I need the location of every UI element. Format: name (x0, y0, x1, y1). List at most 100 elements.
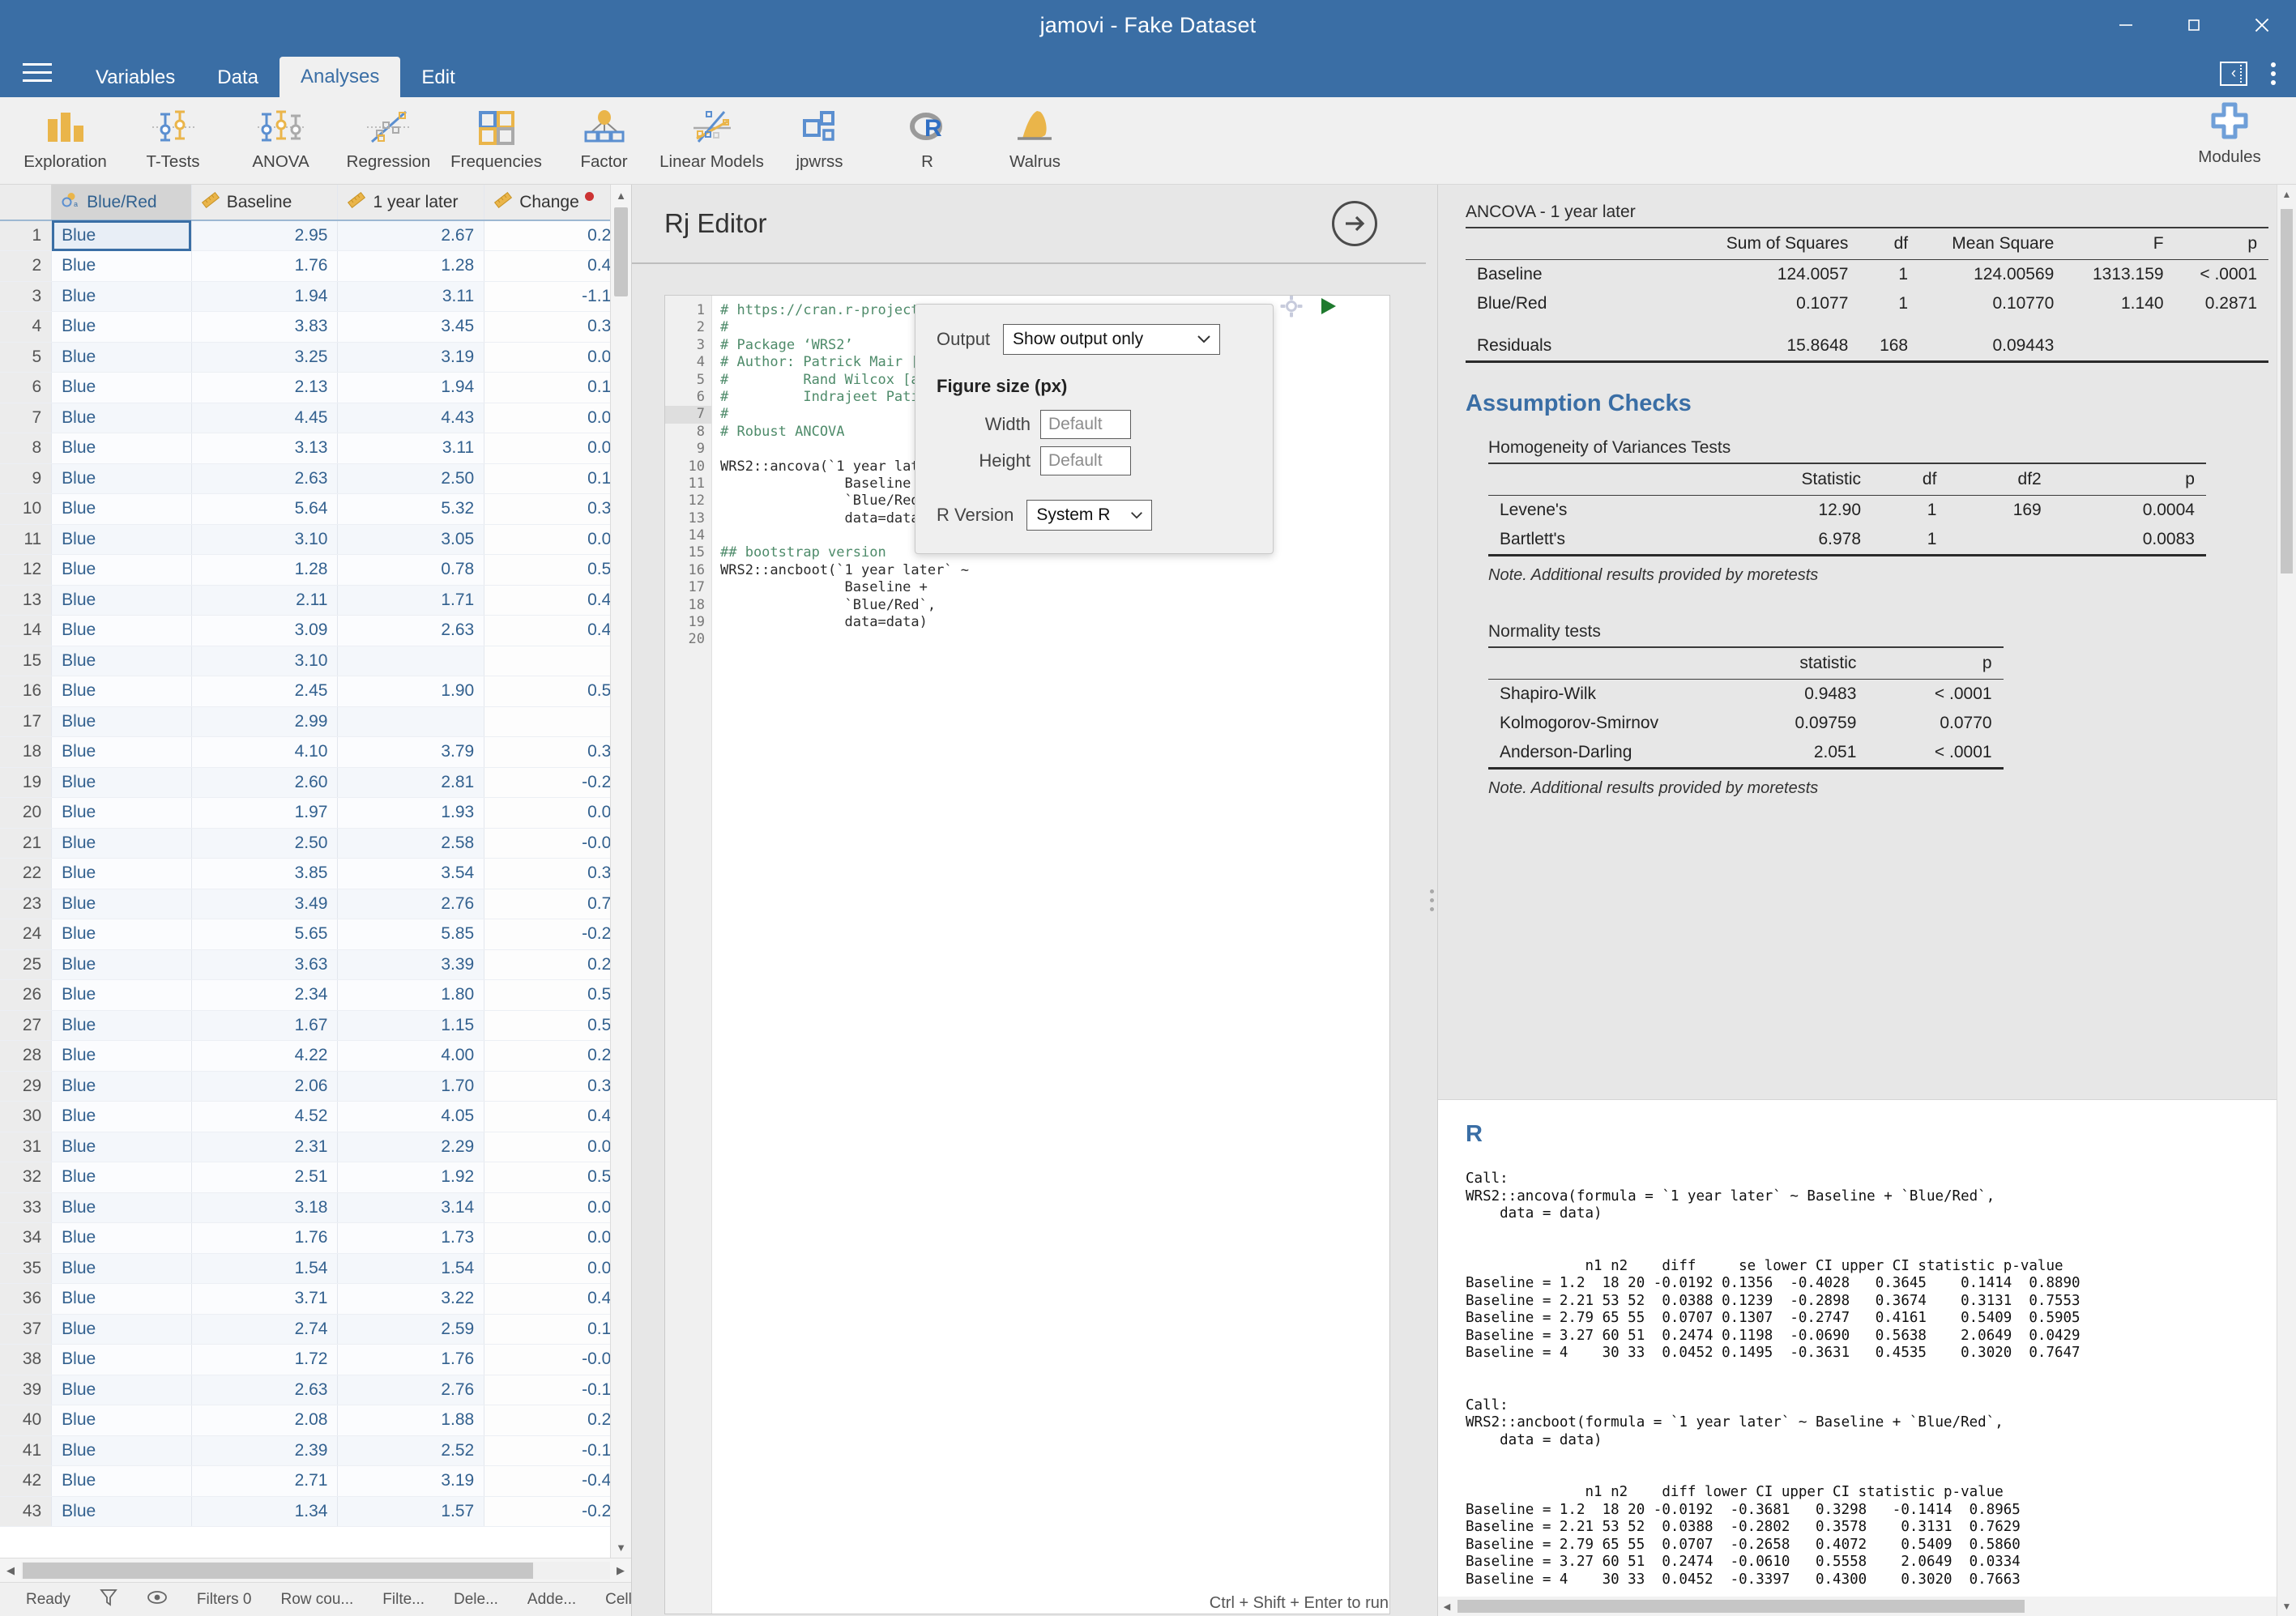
cell-year1[interactable]: 1.54 (337, 1253, 485, 1284)
cell-year1[interactable]: 1.28 (337, 250, 485, 282)
cell-change[interactable]: -0.08 (484, 828, 631, 859)
cell-change[interactable]: -0.21 (484, 767, 631, 798)
cell-baseline[interactable]: 2.11 (191, 585, 339, 616)
cell-group[interactable]: Blue (51, 797, 192, 829)
cell-change[interactable]: 0.04 (484, 797, 631, 829)
cell-year1[interactable]: 2.52 (337, 1435, 485, 1466)
cell-year1[interactable]: 1.94 (337, 372, 485, 403)
ribbon-t-tests[interactable]: T-Tests (119, 99, 227, 183)
cell-change[interactable]: 0.52 (484, 1010, 631, 1041)
scroll-up-arrow-icon[interactable]: ▲ (611, 185, 631, 206)
ribbon-jpwrss[interactable]: jpwrss (766, 99, 873, 183)
cell-group[interactable]: Blue (51, 1375, 192, 1405)
cell-baseline[interactable]: 1.76 (191, 1222, 339, 1254)
cell-group[interactable]: Blue (51, 646, 192, 676)
cell-change[interactable]: 0.00 (484, 1253, 631, 1284)
rversion-select[interactable]: System R (1026, 500, 1153, 531)
cell-year1[interactable]: 3.39 (337, 949, 485, 980)
cell-group[interactable]: Blue (51, 1040, 192, 1072)
cell-change[interactable]: 0.47 (484, 1101, 631, 1132)
column-header-1-year-later[interactable]: 1 year later (337, 185, 485, 221)
cell-baseline[interactable]: 2.50 (191, 828, 339, 859)
toggle-results-panel-icon[interactable]: ‹ (2220, 62, 2247, 86)
cell-year1[interactable]: 3.54 (337, 858, 485, 889)
cell-change[interactable]: 0.05 (484, 524, 631, 555)
cell-year1[interactable]: 3.19 (337, 342, 485, 373)
cell-baseline[interactable]: 2.63 (191, 1375, 339, 1405)
cell-year1[interactable]: 3.45 (337, 311, 485, 343)
column-header-change[interactable]: Change (484, 185, 631, 221)
cell-year1[interactable]: 1.90 (337, 676, 485, 707)
scroll-thumb[interactable] (614, 207, 628, 296)
cell-year1[interactable]: 4.00 (337, 1040, 485, 1072)
cell-baseline[interactable]: 2.74 (191, 1314, 339, 1345)
cell-change[interactable]: 0.13 (484, 463, 631, 494)
cell-baseline[interactable]: 2.95 (191, 220, 339, 251)
cell-year1[interactable]: 2.76 (337, 889, 485, 919)
cell-change[interactable]: 0.31 (484, 736, 631, 768)
cell-year1[interactable]: 3.19 (337, 1465, 485, 1497)
cell-year1[interactable]: 2.59 (337, 1314, 485, 1345)
cell-group[interactable]: Blue (51, 615, 192, 646)
cell-change[interactable]: 0.24 (484, 949, 631, 980)
cell-baseline[interactable]: 3.13 (191, 433, 339, 464)
sheet-horizontal-scrollbar[interactable]: ◀ ▶ (0, 1558, 631, 1582)
cell-group[interactable]: Blue (51, 1283, 192, 1315)
cell-baseline[interactable]: 1.67 (191, 1010, 339, 1041)
cell-group[interactable]: Blue (51, 1405, 192, 1436)
cell-group[interactable]: Blue (51, 676, 192, 707)
cell-change[interactable]: 0.02 (484, 1132, 631, 1162)
cell-group[interactable]: Blue (51, 1071, 192, 1102)
cell-baseline[interactable]: 3.85 (191, 858, 339, 889)
cell-year1[interactable]: 1.80 (337, 979, 485, 1011)
cell-baseline[interactable]: 1.76 (191, 250, 339, 282)
cell-baseline[interactable]: 1.72 (191, 1344, 339, 1375)
cell-change[interactable] (484, 706, 631, 737)
cell-year1[interactable]: 1.71 (337, 585, 485, 616)
cell-baseline[interactable]: 2.39 (191, 1435, 339, 1466)
cell-year1[interactable]: 1.70 (337, 1071, 485, 1102)
cell-group[interactable]: Blue (51, 1496, 192, 1527)
cell-change[interactable]: 0.03 (484, 1222, 631, 1254)
cell-group[interactable]: Blue (51, 220, 192, 251)
cell-group[interactable]: Blue (51, 858, 192, 889)
close-button[interactable] (2228, 0, 2296, 50)
cell-group[interactable]: Blue (51, 919, 192, 950)
cell-group[interactable]: Blue (51, 1314, 192, 1345)
cell-year1[interactable]: 2.29 (337, 1132, 485, 1162)
cell-change[interactable]: 0.19 (484, 372, 631, 403)
cell-baseline[interactable]: 2.31 (191, 1132, 339, 1162)
cell-year1[interactable]: 1.88 (337, 1405, 485, 1436)
hscroll-track[interactable] (21, 1561, 610, 1580)
cell-change[interactable]: 0.02 (484, 403, 631, 433)
cell-group[interactable]: Blue (51, 403, 192, 433)
eye-icon[interactable] (132, 1589, 182, 1610)
cell-change[interactable]: 0.55 (484, 676, 631, 707)
cell-year1[interactable]: 2.67 (337, 220, 485, 251)
code-editor[interactable]: 1234567891011121314151617181920 # https:… (664, 295, 1390, 1614)
cell-group[interactable]: Blue (51, 281, 192, 312)
cell-change[interactable]: 0.46 (484, 615, 631, 646)
cell-change[interactable]: 0.59 (484, 1162, 631, 1193)
cell-group[interactable]: Blue (51, 767, 192, 798)
cell-change[interactable]: -0.20 (484, 919, 631, 950)
r-hscroll-track[interactable] (1456, 1599, 2278, 1614)
scroll-left-arrow-icon[interactable]: ◀ (0, 1564, 21, 1577)
cell-change[interactable]: -1.17 (484, 281, 631, 312)
cell-baseline[interactable]: 1.54 (191, 1253, 339, 1284)
cell-group[interactable]: Blue (51, 1101, 192, 1132)
cell-year1[interactable]: 2.50 (337, 463, 485, 494)
ribbon-factor[interactable]: Factor (550, 99, 658, 183)
cell-group[interactable]: Blue (51, 736, 192, 768)
more-options-icon[interactable] (2262, 58, 2285, 90)
maximize-button[interactable] (2160, 0, 2228, 50)
cell-group[interactable]: Blue (51, 1162, 192, 1193)
filter-icon[interactable] (85, 1588, 132, 1612)
ribbon-exploration[interactable]: Exploration (11, 99, 119, 183)
cell-group[interactable]: Blue (51, 1435, 192, 1466)
cell-baseline[interactable]: 1.94 (191, 281, 339, 312)
results-vertical-scrollbar[interactable]: ▲ ▼ (2277, 185, 2296, 1616)
cell-year1[interactable]: 1.92 (337, 1162, 485, 1193)
cell-group[interactable]: Blue (51, 433, 192, 464)
cell-change[interactable]: 0.06 (484, 342, 631, 373)
